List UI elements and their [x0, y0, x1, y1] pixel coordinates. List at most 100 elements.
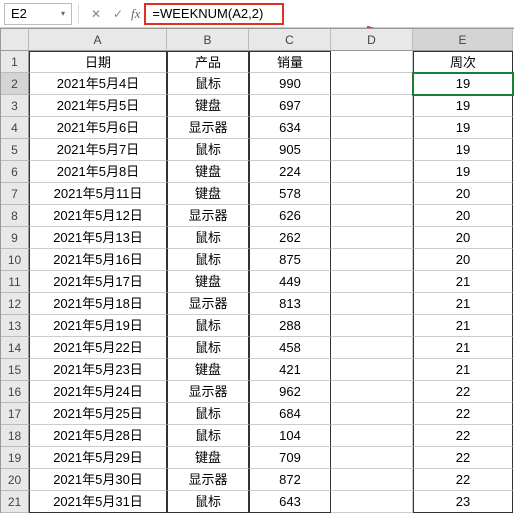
cell-B2[interactable]: 鼠标 [167, 73, 249, 95]
cell-A4[interactable]: 2021年5月6日 [29, 117, 167, 139]
row-header[interactable]: 4 [1, 117, 29, 139]
cell-C5[interactable]: 905 [249, 139, 331, 161]
col-header-B[interactable]: B [167, 29, 249, 51]
cell-B15[interactable]: 键盘 [167, 359, 249, 381]
cell-D21[interactable] [331, 491, 413, 513]
cell-A2[interactable]: 2021年5月4日 [29, 73, 167, 95]
cell-C4[interactable]: 634 [249, 117, 331, 139]
cell-E17[interactable]: 22 [413, 403, 513, 425]
cell-B18[interactable]: 鼠标 [167, 425, 249, 447]
cell-C8[interactable]: 626 [249, 205, 331, 227]
cell-E9[interactable]: 20 [413, 227, 513, 249]
cell-D15[interactable] [331, 359, 413, 381]
row-header[interactable]: 6 [1, 161, 29, 183]
cell-C14[interactable]: 458 [249, 337, 331, 359]
row-header[interactable]: 11 [1, 271, 29, 293]
cell-A11[interactable]: 2021年5月17日 [29, 271, 167, 293]
cell-C10[interactable]: 875 [249, 249, 331, 271]
cell-B6[interactable]: 键盘 [167, 161, 249, 183]
cell-A3[interactable]: 2021年5月5日 [29, 95, 167, 117]
cell-C15[interactable]: 421 [249, 359, 331, 381]
cell-C11[interactable]: 449 [249, 271, 331, 293]
row-header[interactable]: 8 [1, 205, 29, 227]
cell-D4[interactable] [331, 117, 413, 139]
cell-C9[interactable]: 262 [249, 227, 331, 249]
header-cell[interactable]: 日期 [29, 51, 167, 73]
chevron-down-icon[interactable]: ▾ [61, 9, 65, 18]
cell-B20[interactable]: 显示器 [167, 469, 249, 491]
row-header[interactable]: 3 [1, 95, 29, 117]
cell-C19[interactable]: 709 [249, 447, 331, 469]
cell-C2[interactable]: 990 [249, 73, 331, 95]
cell-E8[interactable]: 20 [413, 205, 513, 227]
cell-A10[interactable]: 2021年5月16日 [29, 249, 167, 271]
row-header[interactable]: 14 [1, 337, 29, 359]
name-box[interactable]: E2 ▾ [4, 3, 72, 25]
cell-C13[interactable]: 288 [249, 315, 331, 337]
fx-icon[interactable]: fx [131, 6, 140, 22]
cell-B9[interactable]: 鼠标 [167, 227, 249, 249]
cell-E5[interactable]: 19 [413, 139, 513, 161]
row-header[interactable]: 15 [1, 359, 29, 381]
cell-B3[interactable]: 键盘 [167, 95, 249, 117]
row-header[interactable]: 17 [1, 403, 29, 425]
cell-B10[interactable]: 鼠标 [167, 249, 249, 271]
cell-E2[interactable]: 19 [413, 73, 513, 95]
cell-A8[interactable]: 2021年5月12日 [29, 205, 167, 227]
cell-C3[interactable]: 697 [249, 95, 331, 117]
cell-A6[interactable]: 2021年5月8日 [29, 161, 167, 183]
select-all[interactable] [1, 29, 29, 51]
row-header[interactable]: 7 [1, 183, 29, 205]
cell-D11[interactable] [331, 271, 413, 293]
cell-A5[interactable]: 2021年5月7日 [29, 139, 167, 161]
cell-E10[interactable]: 20 [413, 249, 513, 271]
cell-C17[interactable]: 684 [249, 403, 331, 425]
cell-C21[interactable]: 643 [249, 491, 331, 513]
cell-B16[interactable]: 显示器 [167, 381, 249, 403]
row-header[interactable]: 19 [1, 447, 29, 469]
cell-C12[interactable]: 813 [249, 293, 331, 315]
cell-B7[interactable]: 键盘 [167, 183, 249, 205]
cell-B17[interactable]: 鼠标 [167, 403, 249, 425]
row-header[interactable]: 18 [1, 425, 29, 447]
row-header[interactable]: 2 [1, 73, 29, 95]
cell-B11[interactable]: 键盘 [167, 271, 249, 293]
header-cell[interactable] [331, 51, 413, 73]
row-header[interactable]: 12 [1, 293, 29, 315]
row-header[interactable]: 5 [1, 139, 29, 161]
cell-E6[interactable]: 19 [413, 161, 513, 183]
cell-B21[interactable]: 鼠标 [167, 491, 249, 513]
cell-A17[interactable]: 2021年5月25日 [29, 403, 167, 425]
cell-B4[interactable]: 显示器 [167, 117, 249, 139]
header-cell[interactable]: 周次 [413, 51, 513, 73]
cell-D9[interactable] [331, 227, 413, 249]
cell-E16[interactable]: 22 [413, 381, 513, 403]
col-header-E[interactable]: E [413, 29, 513, 51]
cell-E4[interactable]: 19 [413, 117, 513, 139]
cell-D18[interactable] [331, 425, 413, 447]
cell-D5[interactable] [331, 139, 413, 161]
cell-A15[interactable]: 2021年5月23日 [29, 359, 167, 381]
spreadsheet-grid[interactable]: ABCDE1日期产品销量周次22021年5月4日鼠标9901932021年5月5… [0, 28, 514, 513]
cell-A19[interactable]: 2021年5月29日 [29, 447, 167, 469]
cell-D19[interactable] [331, 447, 413, 469]
cell-A21[interactable]: 2021年5月31日 [29, 491, 167, 513]
cell-D8[interactable] [331, 205, 413, 227]
header-cell[interactable]: 销量 [249, 51, 331, 73]
cell-C16[interactable]: 962 [249, 381, 331, 403]
row-header[interactable]: 21 [1, 491, 29, 513]
row-header[interactable]: 1 [1, 51, 29, 73]
cell-D13[interactable] [331, 315, 413, 337]
col-header-C[interactable]: C [249, 29, 331, 51]
cell-E15[interactable]: 21 [413, 359, 513, 381]
cell-C20[interactable]: 872 [249, 469, 331, 491]
cell-A7[interactable]: 2021年5月11日 [29, 183, 167, 205]
cell-E7[interactable]: 20 [413, 183, 513, 205]
cell-E20[interactable]: 22 [413, 469, 513, 491]
cell-D16[interactable] [331, 381, 413, 403]
cell-E13[interactable]: 21 [413, 315, 513, 337]
cell-E19[interactable]: 22 [413, 447, 513, 469]
cell-E14[interactable]: 21 [413, 337, 513, 359]
cell-D7[interactable] [331, 183, 413, 205]
cell-A13[interactable]: 2021年5月19日 [29, 315, 167, 337]
